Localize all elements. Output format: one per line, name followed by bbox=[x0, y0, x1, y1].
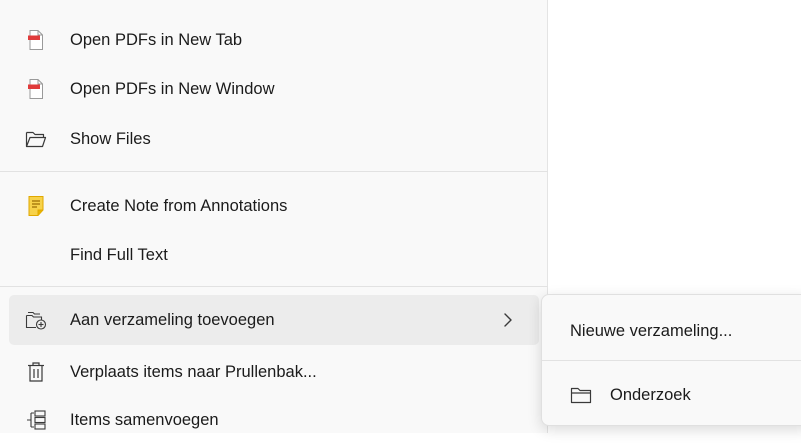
menu-item-open-pdfs-new-window[interactable]: Open PDFs in New Window bbox=[9, 64, 539, 114]
merge-icon bbox=[25, 409, 47, 431]
pdf-icon bbox=[25, 29, 47, 51]
menu-item-label: Items samenvoegen bbox=[70, 411, 219, 429]
menu-item-label: Open PDFs in New Tab bbox=[70, 31, 243, 49]
menu-item-create-note[interactable]: Create Note from Annotations bbox=[9, 181, 539, 231]
menu-item-label: Show Files bbox=[70, 130, 151, 148]
menu-item-find-full-text[interactable]: Find Full Text bbox=[9, 230, 539, 280]
folder-open-icon bbox=[25, 128, 47, 150]
menu-item-label: Verplaats items naar Prullenbak... bbox=[70, 363, 317, 381]
menu-item-add-to-collection[interactable]: Aan verzameling toevoegen bbox=[9, 295, 539, 345]
context-menu: Open PDFs in New Tab Open PDFs in New Wi… bbox=[0, 0, 548, 433]
menu-item-merge-items[interactable]: Items samenvoegen bbox=[9, 395, 539, 445]
submenu-item-label: Onderzoek bbox=[610, 386, 691, 404]
collection-submenu: Nieuwe verzameling... Onderzoek bbox=[541, 294, 801, 426]
menu-item-label: Find Full Text bbox=[70, 246, 168, 264]
collection-add-icon bbox=[25, 309, 47, 331]
submenu-item-new-collection[interactable]: Nieuwe verzameling... bbox=[548, 307, 801, 355]
menu-item-show-files[interactable]: Show Files bbox=[9, 114, 539, 164]
trash-icon bbox=[25, 361, 47, 383]
folder-icon bbox=[570, 384, 592, 406]
menu-item-open-pdfs-new-tab[interactable]: Open PDFs in New Tab bbox=[9, 15, 539, 65]
menu-item-label: Create Note from Annotations bbox=[70, 197, 288, 215]
menu-item-move-to-trash[interactable]: Verplaats items naar Prullenbak... bbox=[9, 347, 539, 397]
submenu-item-label: Nieuwe verzameling... bbox=[570, 322, 733, 340]
menu-separator bbox=[0, 286, 548, 287]
menu-separator bbox=[0, 171, 548, 172]
submenu-item-onderzoek[interactable]: Onderzoek bbox=[548, 371, 801, 419]
menu-item-label: Open PDFs in New Window bbox=[70, 80, 275, 98]
pdf-icon bbox=[25, 78, 47, 100]
menu-item-label: Aan verzameling toevoegen bbox=[70, 311, 275, 329]
note-icon bbox=[25, 195, 47, 217]
submenu-separator bbox=[542, 360, 801, 361]
chevron-right-icon bbox=[501, 311, 515, 329]
